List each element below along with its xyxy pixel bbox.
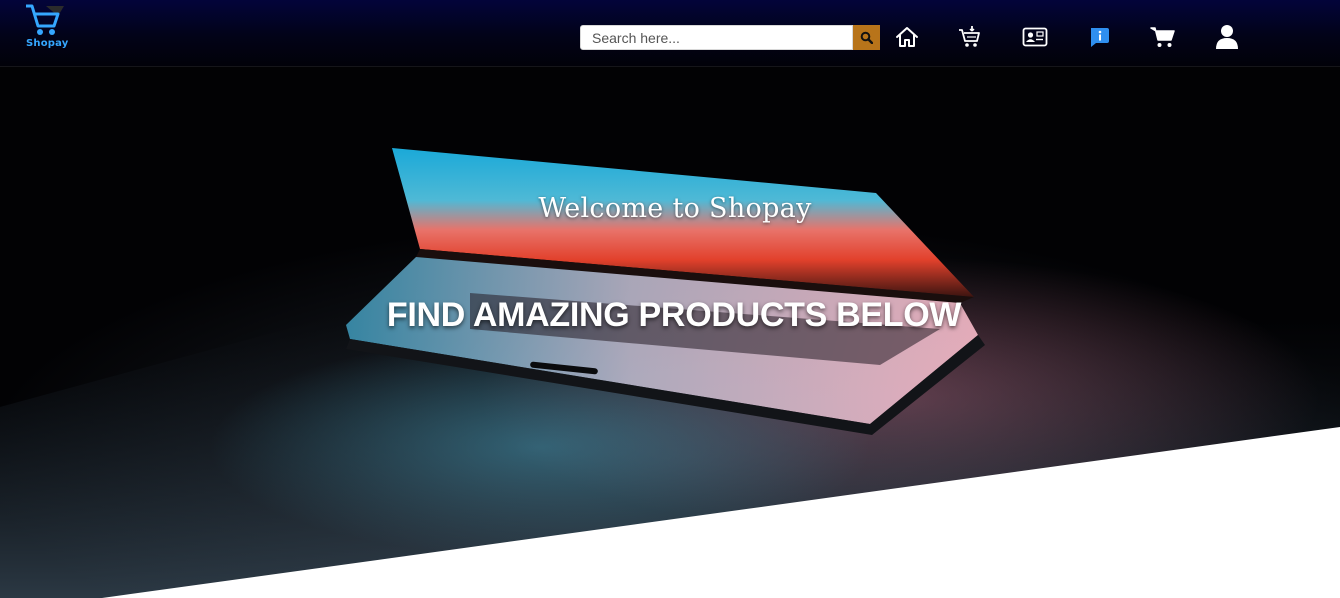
home-icon	[896, 27, 918, 47]
navbar: Shopay	[0, 0, 1340, 67]
contact-card-icon	[1022, 27, 1048, 47]
add-to-cart-link[interactable]	[956, 23, 984, 51]
search-input[interactable]	[580, 25, 853, 50]
hero-banner: Welcome to Shopay FIND AMAZING PRODUCTS …	[0, 67, 1340, 598]
cart-logo-icon	[26, 4, 64, 35]
welcome-heading: Welcome to Shopay	[538, 193, 812, 224]
logo-text: Shopay	[26, 38, 69, 49]
shopay-logo[interactable]: Shopay	[22, 4, 68, 50]
search-button[interactable]	[853, 25, 880, 50]
hero-headline: FIND AMAZING PRODUCTS BELOW	[386, 296, 962, 334]
about-link[interactable]	[1085, 23, 1113, 51]
contact-link[interactable]	[1021, 23, 1049, 51]
search-form	[580, 25, 880, 50]
info-icon	[1091, 28, 1109, 47]
account-link[interactable]	[1213, 23, 1241, 51]
user-icon	[1216, 25, 1238, 49]
home-link[interactable]	[893, 23, 921, 51]
add-to-cart-icon	[959, 26, 980, 47]
search-icon	[860, 31, 873, 44]
cart-link[interactable]	[1149, 23, 1177, 51]
cart-icon	[1150, 27, 1175, 47]
